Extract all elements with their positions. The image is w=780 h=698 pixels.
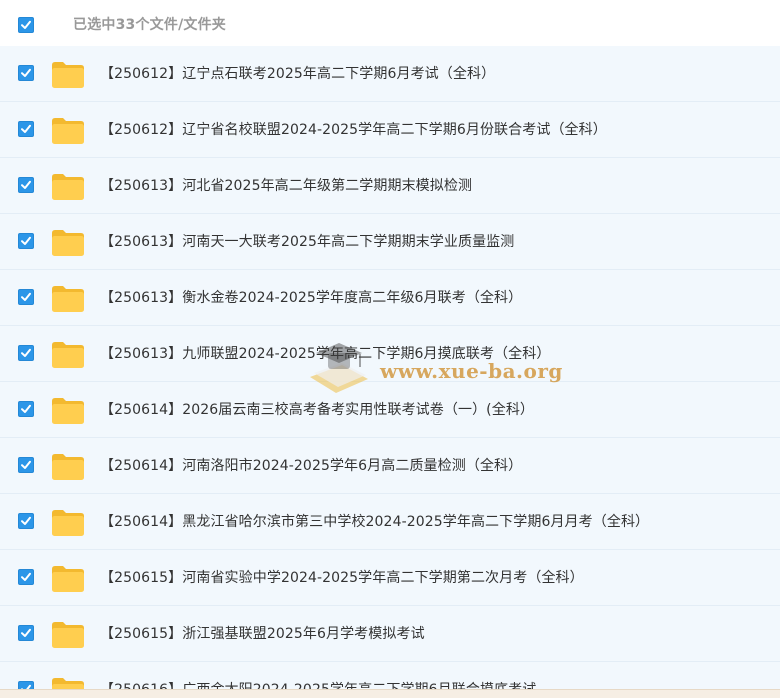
checkmark-icon: [21, 516, 31, 525]
file-name[interactable]: 【250614】黑龙江省哈尔滨市第三中学校2024-2025学年高二下学期6月月…: [100, 511, 649, 531]
folder-icon: [52, 398, 84, 424]
checkmark-icon: [21, 20, 31, 29]
folder-icon: [52, 118, 84, 144]
file-row[interactable]: 【250615】河南省实验中学2024-2025学年高二下学期第二次月考（全科）: [0, 550, 780, 606]
selection-header: 已选中33个文件/文件夹: [0, 0, 780, 46]
file-row[interactable]: 【250612】辽宁点石联考2025年高二下学期6月考试（全科）: [0, 46, 780, 102]
selection-count-label: 已选中33个文件/文件夹: [73, 17, 226, 33]
folder-icon: [52, 62, 84, 88]
file-name[interactable]: 【250615】河南省实验中学2024-2025学年高二下学期第二次月考（全科）: [100, 567, 584, 587]
file-name[interactable]: 【250614】2026届云南三校高考备考实用性联考试卷（一）(全科）: [100, 399, 534, 419]
select-all-checkbox[interactable]: [18, 17, 34, 33]
file-row[interactable]: 【250615】浙江强基联盟2025年6月学考模拟考试: [0, 606, 780, 662]
row-checkbox[interactable]: [18, 121, 34, 137]
file-row[interactable]: 【250614】河南洛阳市2024-2025学年6月高二质量检测（全科）: [0, 438, 780, 494]
file-name[interactable]: 【250613】河北省2025年高二年级第二学期期末模拟检测: [100, 175, 472, 195]
file-name[interactable]: 【250613】衡水金卷2024-2025学年度高二年级6月联考（全科）: [100, 287, 522, 307]
bottom-bar: [0, 689, 780, 698]
file-row[interactable]: 【250613】河南天一大联考2025年高二下学期期末学业质量监测: [0, 214, 780, 270]
row-checkbox[interactable]: [18, 457, 34, 473]
folder-icon: [52, 566, 84, 592]
folder-icon: [52, 230, 84, 256]
row-checkbox[interactable]: [18, 569, 34, 585]
row-checkbox[interactable]: [18, 65, 34, 81]
folder-icon: [52, 622, 84, 648]
file-name[interactable]: 【250615】浙江强基联盟2025年6月学考模拟考试: [100, 623, 425, 643]
file-name[interactable]: 【250612】辽宁点石联考2025年高二下学期6月考试（全科）: [100, 63, 495, 83]
file-row[interactable]: 【250612】辽宁省名校联盟2024-2025学年高二下学期6月份联合考试（全…: [0, 102, 780, 158]
checkmark-icon: [21, 572, 31, 581]
file-row[interactable]: 【250614】黑龙江省哈尔滨市第三中学校2024-2025学年高二下学期6月月…: [0, 494, 780, 550]
row-checkbox[interactable]: [18, 233, 34, 249]
checkmark-icon: [21, 68, 31, 77]
checkmark-icon: [21, 404, 31, 413]
file-name[interactable]: 【250614】河南洛阳市2024-2025学年6月高二质量检测（全科）: [100, 455, 522, 475]
file-name[interactable]: 【250613】河南天一大联考2025年高二下学期期末学业质量监测: [100, 231, 514, 251]
file-name[interactable]: 【250613】九师联盟2024-2025学年高二下学期6月摸底联考（全科）: [100, 343, 550, 363]
folder-icon: [52, 342, 84, 368]
folder-icon: [52, 454, 84, 480]
folder-icon: [52, 174, 84, 200]
file-row[interactable]: 【250613】衡水金卷2024-2025学年度高二年级6月联考（全科）: [0, 270, 780, 326]
row-checkbox[interactable]: [18, 177, 34, 193]
folder-icon: [52, 510, 84, 536]
folder-icon: [52, 286, 84, 312]
file-list: 【250612】辽宁点石联考2025年高二下学期6月考试（全科） 【250612】…: [0, 46, 780, 698]
checkmark-icon: [21, 180, 31, 189]
checkmark-icon: [21, 348, 31, 357]
checkmark-icon: [21, 124, 31, 133]
checkmark-icon: [21, 292, 31, 301]
row-checkbox[interactable]: [18, 513, 34, 529]
checkmark-icon: [21, 628, 31, 637]
row-checkbox[interactable]: [18, 345, 34, 361]
file-row[interactable]: 【250613】九师联盟2024-2025学年高二下学期6月摸底联考（全科）: [0, 326, 780, 382]
file-name[interactable]: 【250612】辽宁省名校联盟2024-2025学年高二下学期6月份联合考试（全…: [100, 119, 607, 139]
checkmark-icon: [21, 236, 31, 245]
row-checkbox[interactable]: [18, 625, 34, 641]
file-row[interactable]: 【250613】河北省2025年高二年级第二学期期末模拟检测: [0, 158, 780, 214]
row-checkbox[interactable]: [18, 289, 34, 305]
checkmark-icon: [21, 460, 31, 469]
file-row[interactable]: 【250614】2026届云南三校高考备考实用性联考试卷（一）(全科）: [0, 382, 780, 438]
row-checkbox[interactable]: [18, 401, 34, 417]
file-list-page: 已选中33个文件/文件夹 【250612】辽宁点石联考2025年高二下学期6月考…: [0, 0, 780, 698]
